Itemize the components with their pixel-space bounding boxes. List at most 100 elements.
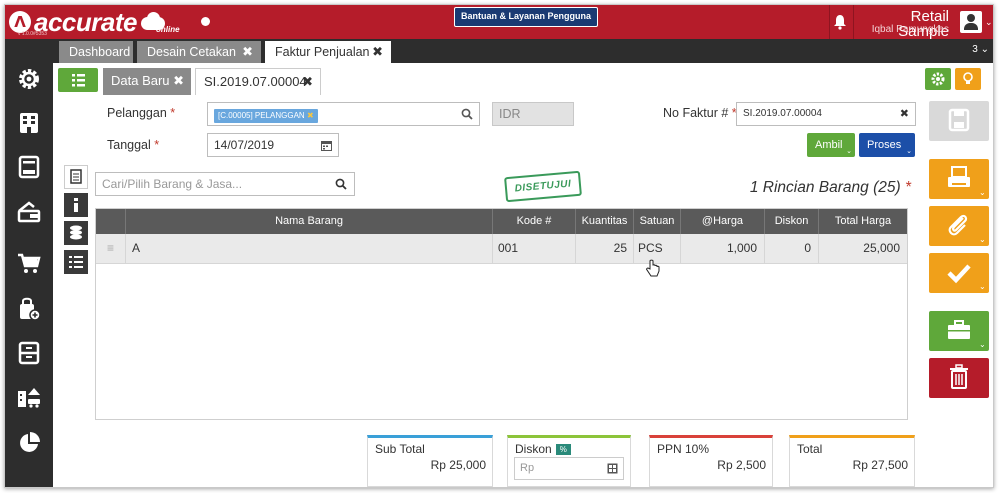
tab-invoice-number[interactable]: SI.2019.07.00004 ✖ (195, 68, 321, 95)
column-header-total[interactable]: Total Harga (819, 209, 907, 234)
tab-desain-cetakan[interactable]: Desain Cetakan ✖ (137, 41, 261, 63)
tools-button[interactable]: ⌄ (929, 311, 989, 351)
svg-text:⌄: ⌄ (979, 340, 986, 349)
pelanggan-chip[interactable]: [C.00005] PELANGGAN ✖ (214, 109, 318, 123)
tab-faktur-penjualan[interactable]: Faktur Penjualan ✖ (265, 41, 391, 63)
required-mark: * (154, 138, 160, 152)
item-search-input[interactable]: Cari/Pilih Barang & Jasa... (95, 172, 355, 196)
assets-icon[interactable] (17, 385, 41, 409)
tab-count: 3 (972, 44, 978, 55)
cell-diskon: 0 (765, 234, 819, 264)
pelanggan-chip-text: [C.00005] PELANGGAN (218, 111, 305, 120)
calendar-icon[interactable] (321, 140, 332, 151)
column-header-kuantitas[interactable]: Kuantitas (576, 209, 634, 234)
tab-label: Faktur Penjualan (275, 45, 370, 59)
logo-online-text: online (156, 25, 180, 34)
svg-text:⌄: ⌄ (979, 235, 986, 244)
print-button[interactable]: ⌄ (929, 159, 989, 199)
divider (829, 5, 830, 39)
proses-button[interactable]: Proses ⌄ (859, 133, 915, 157)
divider (853, 5, 854, 39)
building-icon[interactable] (17, 111, 41, 135)
list-view-button[interactable] (58, 68, 98, 92)
logo-text: accurate (34, 7, 137, 37)
no-faktur-label: No Faktur # * (663, 106, 737, 120)
attachment-button[interactable]: ⌄ (929, 206, 989, 246)
close-icon[interactable]: ✖ (372, 41, 383, 63)
tab-data-baru[interactable]: Data Baru ✖ (103, 68, 191, 95)
app-window: Λ accurate online v 1.0.0#5353 Bantuan &… (4, 4, 994, 488)
close-icon[interactable]: ✖ (242, 41, 253, 63)
settings-button[interactable] (925, 68, 951, 90)
cell-total: 25,000 (863, 241, 900, 255)
remove-chip-icon[interactable]: ✖ (307, 111, 314, 120)
tab-dashboard[interactable]: Dashboard (59, 41, 133, 63)
column-header-satuan[interactable]: Satuan (634, 209, 681, 234)
table-row[interactable]: ≡ A 001 25 PCS 1,000 0 25,000 (96, 234, 907, 264)
save-icon (948, 108, 970, 132)
gear-icon[interactable] (17, 67, 41, 91)
coins-icon (70, 225, 82, 240)
user-avatar-icon[interactable] (960, 11, 982, 33)
column-header-nama[interactable]: Nama Barang (126, 209, 493, 234)
close-icon[interactable]: ✖ (173, 68, 184, 94)
info-icon (74, 198, 78, 212)
required-mark: * (170, 106, 176, 120)
tanggal-label-text: Tanggal (107, 138, 151, 152)
diskon-label-text: Diskon (515, 442, 552, 456)
wallet-icon[interactable] (17, 199, 41, 223)
svg-text:⌄: ⌄ (979, 188, 986, 197)
approved-stamp: DISETUJUI (504, 170, 582, 203)
tab-checklist[interactable] (64, 250, 88, 274)
approve-button[interactable]: ⌄ (929, 253, 989, 293)
tab-info[interactable] (64, 193, 88, 217)
no-faktur-field[interactable]: SI.2019.07.00004 ✖ (736, 102, 916, 126)
pelanggan-field[interactable]: [C.00005] PELANGGAN ✖ (207, 102, 480, 126)
search-icon[interactable] (461, 108, 473, 120)
search-icon[interactable] (335, 178, 347, 190)
save-button[interactable] (929, 101, 989, 141)
attachment-icon: ⌄ (948, 214, 986, 244)
no-faktur-label-text: No Faktur # (663, 106, 729, 120)
ppn-label: PPN 10% (657, 442, 710, 456)
column-header-handle (96, 209, 126, 234)
cart-icon[interactable] (17, 251, 41, 275)
tab-items-detail[interactable] (64, 165, 88, 189)
diskon-box: Diskon% Rp (507, 435, 631, 487)
help-button[interactable]: Bantuan & Layanan Pengguna (454, 7, 599, 27)
shopping-bag-add-icon[interactable] (17, 297, 41, 321)
tanggal-label: Tanggal * (107, 138, 159, 152)
tips-button[interactable] (955, 68, 981, 90)
ledger-icon[interactable] (17, 155, 41, 179)
tanggal-field[interactable]: 14/07/2019 (207, 133, 339, 157)
pelanggan-label: Pelanggan * (107, 106, 175, 120)
diskon-input[interactable]: Rp (514, 457, 624, 480)
percent-toggle[interactable]: % (555, 444, 571, 455)
tab-payments[interactable] (64, 221, 88, 245)
bell-icon[interactable] (833, 14, 847, 30)
tab-label: Desain Cetakan (147, 45, 236, 59)
column-header-diskon[interactable]: Diskon (765, 209, 819, 234)
table-header: Nama Barang Kode # Kuantitas Satuan @Har… (96, 209, 907, 234)
module-tabs-bar: Dashboard Desain Cetakan ✖ Faktur Penjua… (53, 39, 993, 63)
cabinet-icon[interactable] (17, 341, 41, 365)
pie-chart-icon[interactable] (17, 431, 41, 455)
column-header-harga[interactable]: @Harga (681, 209, 765, 234)
list-icon (72, 74, 85, 87)
tab-count-dropdown[interactable]: 3 ⌄ (972, 44, 989, 55)
calculator-icon[interactable] (607, 463, 618, 474)
drag-handle-icon[interactable]: ≡ (96, 234, 126, 264)
print-icon: ⌄ (948, 166, 986, 197)
diskon-placeholder: Rp (520, 462, 535, 474)
ambil-button[interactable]: Ambil ⌄ (807, 133, 855, 157)
no-faktur-value: SI.2019.07.00004 (743, 108, 822, 119)
cell-kuantitas: 25 (576, 234, 634, 264)
close-icon[interactable]: ✖ (302, 69, 313, 95)
clear-icon[interactable]: ✖ (900, 103, 909, 125)
items-summary: 1 Rincian Barang (25) * (705, 179, 911, 197)
chevron-down-icon[interactable]: ⌄ (985, 17, 993, 28)
items-table: Nama Barang Kode # Kuantitas Satuan @Har… (95, 208, 908, 420)
column-header-kode[interactable]: Kode # (493, 209, 576, 234)
top-bar: Λ accurate online v 1.0.0#5353 Bantuan &… (5, 5, 993, 39)
delete-button[interactable] (929, 358, 989, 398)
